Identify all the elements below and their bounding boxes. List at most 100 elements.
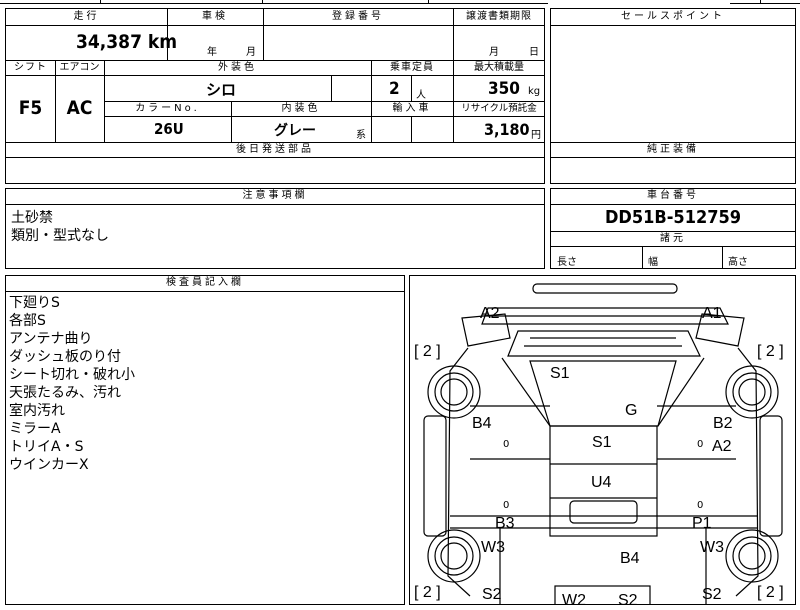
capacity-label: 乗車定員 bbox=[390, 62, 434, 73]
chassis-label: 車台番号 bbox=[647, 190, 699, 201]
interior-color-suffix: 系 bbox=[356, 130, 366, 141]
sales-point-box: セールスポイント 純正装備 bbox=[550, 8, 796, 184]
diagram-label-s2-left: S2 bbox=[482, 586, 502, 603]
shift-label: シフト bbox=[14, 62, 47, 73]
inspection-year-unit: 年 bbox=[207, 47, 217, 58]
inspection-label: 車検 bbox=[202, 11, 228, 22]
front-left-wheel bbox=[427, 365, 481, 419]
inspector-box: 検査員記入欄 下廻りS 各部S アンテナ曲り ダッシュ板のり付 シート切れ・破れ… bbox=[5, 275, 405, 605]
tread-rear-right: [ 2 ] bbox=[757, 584, 784, 601]
top-divider bbox=[428, 0, 429, 3]
tread-front-left: [ 2 ] bbox=[414, 343, 441, 360]
mileage-label: 走行 bbox=[73, 11, 100, 22]
diagram-label-b4-rear: B4 bbox=[620, 550, 640, 567]
vehicle-diagram-box: A2 A1 [ 2 ] [ 2 ] S1 G B4 B2 S1 A2 0 0 U… bbox=[409, 275, 796, 609]
max-load-value: 350 bbox=[488, 79, 520, 99]
notes-line: 土砂禁 bbox=[11, 210, 53, 226]
diagram-label-s2-right: S2 bbox=[702, 586, 722, 603]
deadline-month-unit: 月 bbox=[489, 47, 499, 58]
diagram-label-b2: B2 bbox=[713, 415, 733, 432]
inspector-line: ミラーA bbox=[9, 421, 61, 437]
diagram-label-w3-right: W3 bbox=[700, 539, 724, 556]
diagram-label-g: G bbox=[625, 402, 638, 419]
width-label: 幅 bbox=[648, 257, 658, 268]
inspection-month-unit: 月 bbox=[246, 47, 256, 58]
diagram-label-s2-rear: S2 bbox=[618, 592, 638, 609]
exterior-color-value: シロ bbox=[206, 81, 237, 99]
tread-rear-left: [ 2 ] bbox=[414, 584, 441, 601]
diagram-label-a2: A2 bbox=[480, 305, 500, 322]
diagram-label-a2-right: A2 bbox=[712, 438, 732, 455]
pillar-mark: 0 bbox=[503, 439, 510, 450]
max-load-label: 最大積載量 bbox=[474, 62, 524, 73]
pillar-mark: 0 bbox=[697, 439, 704, 450]
inspector-line: トリイA・S bbox=[9, 439, 84, 455]
mileage-value: 34,387 km bbox=[76, 31, 178, 53]
notes-label: 注意事項欄 bbox=[242, 190, 308, 201]
inspector-line: 各部S bbox=[9, 313, 46, 329]
notes-line: 類別・型式なし bbox=[11, 228, 109, 244]
capacity-unit: 人 bbox=[416, 90, 426, 101]
rear-left-wheel bbox=[427, 529, 481, 583]
transfer-deadline-label: 譲渡書類期限 bbox=[466, 11, 532, 22]
diagram-label-a1: A1 bbox=[702, 305, 722, 322]
deadline-day-unit: 日 bbox=[529, 47, 539, 58]
genuine-equipment-label: 純正装備 bbox=[647, 144, 699, 155]
front-right-wheel bbox=[725, 365, 779, 419]
capacity-value: 2 bbox=[389, 79, 400, 99]
rear-right-wheel bbox=[725, 529, 779, 583]
import-car-label: 輸入車 bbox=[392, 103, 432, 114]
registration-label: 登録番号 bbox=[332, 11, 384, 22]
top-divider bbox=[760, 0, 761, 3]
notes-box: 注意事項欄 土砂禁 類別・型式なし bbox=[5, 188, 545, 269]
color-no-value: 26U bbox=[154, 120, 184, 138]
diagram-label-s1-roof: S1 bbox=[550, 365, 570, 382]
sales-points-label: セールスポイント bbox=[621, 11, 725, 22]
diagram-label-w3-left: W3 bbox=[481, 539, 505, 556]
exterior-color-label: 外装色 bbox=[218, 62, 257, 73]
diagram-label-u4: U4 bbox=[591, 474, 612, 491]
diagram-label-b4-left: B4 bbox=[472, 415, 492, 432]
aircon-value: AC bbox=[66, 97, 93, 119]
pillar-mark: 0 bbox=[697, 500, 704, 511]
length-label: 長さ bbox=[557, 257, 577, 268]
inspector-line: アンテナ曲り bbox=[9, 331, 93, 347]
top-divider bbox=[262, 0, 263, 3]
recycle-fee-value: 3,180 bbox=[484, 120, 530, 139]
color-no-label: カラーNo. bbox=[135, 103, 200, 114]
top-divider bbox=[100, 0, 101, 3]
diagram-label-b3: B3 bbox=[495, 515, 515, 532]
interior-color-value: グレー bbox=[274, 123, 316, 139]
top-border-line bbox=[0, 3, 548, 4]
later-parts-label: 後日発送部品 bbox=[236, 144, 314, 155]
inspector-line: ダッシュ板のり付 bbox=[9, 349, 121, 365]
diagram-label-w2-rear: W2 bbox=[562, 592, 586, 609]
shift-value: F5 bbox=[18, 97, 43, 119]
vehicle-info-table: 走行 車検 登録番号 譲渡書類期限 34,387 km 年 月 月 日 シフト … bbox=[5, 8, 545, 184]
dimensions-label: 諸元 bbox=[660, 233, 686, 244]
inspector-line: 下廻りS bbox=[9, 295, 60, 311]
rear-window bbox=[569, 500, 638, 524]
inspector-line: ウインカーX bbox=[9, 457, 89, 473]
chassis-number: DD51B-512759 bbox=[604, 207, 742, 228]
recycle-fee-unit: 円 bbox=[531, 130, 541, 141]
recycle-fee-label: リサイクル預託金 bbox=[461, 103, 537, 114]
aircon-label: エアコン bbox=[59, 62, 100, 73]
pillar-mark: 0 bbox=[503, 500, 510, 511]
chassis-box: 車台番号 DD51B-512759 諸元 長さ 幅 高さ bbox=[550, 188, 796, 269]
interior-color-label: 内装色 bbox=[281, 103, 321, 114]
inspector-line: 室内汚れ bbox=[9, 403, 65, 419]
height-label: 高さ bbox=[728, 257, 748, 268]
right-fender bbox=[759, 415, 783, 537]
front-bumper bbox=[532, 283, 678, 294]
diagram-label-p1: P1 bbox=[692, 515, 712, 532]
inspector-label: 検査員記入欄 bbox=[166, 277, 244, 288]
windshield bbox=[507, 330, 701, 357]
inspector-line: 天張たるみ、汚れ bbox=[9, 385, 121, 401]
top-border-line bbox=[730, 3, 800, 4]
inspector-line: シート切れ・破れ小 bbox=[9, 367, 135, 383]
left-fender bbox=[423, 415, 447, 537]
diagram-label-s1-floor: S1 bbox=[592, 434, 612, 451]
tread-front-right: [ 2 ] bbox=[757, 343, 784, 360]
max-load-unit: kg bbox=[528, 86, 541, 97]
